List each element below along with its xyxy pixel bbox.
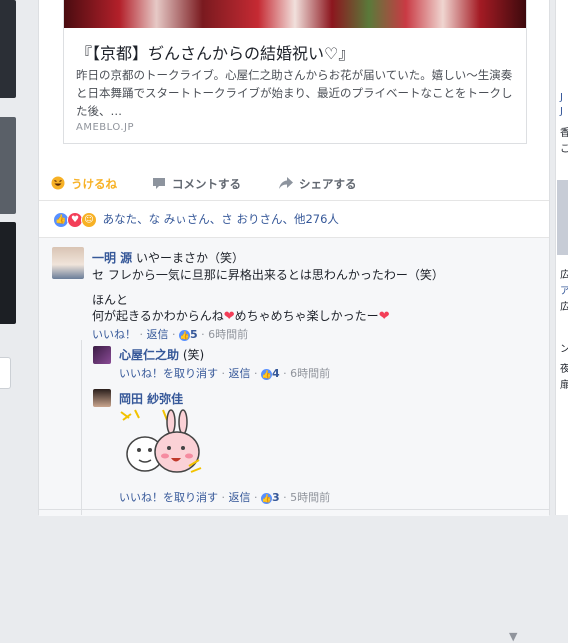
commenter-avatar[interactable]	[52, 247, 84, 279]
reply-avatar[interactable]	[93, 346, 111, 364]
like-count[interactable]: 5	[190, 328, 198, 341]
comment-time[interactable]: 6時間前	[208, 328, 248, 341]
reply-text: (笑)	[182, 348, 205, 362]
comment-button[interactable]: コメントする	[152, 176, 241, 193]
reply-meta: いいね！を取り消す · 返信 · 👍4 · 6時間前	[119, 367, 331, 380]
comment-text: ほんと	[92, 293, 129, 307]
left-column	[0, 0, 18, 515]
chevron-down-icon[interactable]: ▼	[509, 630, 517, 643]
reply-meta: いいね！を取り消す · 返信 · 👍3 · 5時間前	[119, 491, 331, 504]
unlike-link[interactable]: いいね！を取り消す	[119, 367, 218, 380]
right-ad-image[interactable]	[557, 180, 568, 255]
left-thumbnail[interactable]	[0, 0, 16, 98]
reactions-summary[interactable]: 👍 ♥ ☺ あなた、な みぃさん、さ おりさん、他276人	[53, 211, 339, 228]
feed-post: 『【京都】ぢんさんからの結婚祝い♡』 昨日の京都のトークライブ。心屋仁之助さんか…	[38, 0, 550, 643]
share-label: シェアする	[299, 177, 357, 191]
like-count[interactable]: 3	[272, 491, 280, 504]
like-link[interactable]: いいね！	[92, 328, 136, 341]
reaction-button[interactable]: うけるね	[51, 176, 117, 193]
left-thumbnail[interactable]	[0, 117, 16, 214]
haha-icon	[51, 176, 65, 193]
reaction-label: うけるね	[71, 177, 117, 191]
reply-link[interactable]: 返信	[229, 367, 251, 380]
right-sidebar-text[interactable]: 広	[560, 266, 568, 281]
left-thumbnail[interactable]	[0, 222, 16, 324]
link-preview-image[interactable]	[64, 0, 526, 28]
comments-section: 一明 源 いやーまさか（笑） セ フレから一気に旦那に昇格出来るとは思わんかった…	[39, 237, 549, 643]
heart-emoji-icon: ❤	[223, 309, 235, 324]
reply-time[interactable]: 6時間前	[290, 367, 330, 380]
reply-first-line: 心屋仁之助 (笑)	[119, 346, 204, 363]
right-sidebar-text: 扉	[560, 380, 568, 391]
comment-text-line: 何が起きるかわからんね❤めちゃめちゃ楽しかったー❤	[92, 307, 390, 324]
comment-meta: いいね！ · 返信 · 👍5 · 6時間前	[92, 328, 249, 341]
right-sidebar-text: 広	[560, 302, 568, 313]
like-count-icon: 👍	[261, 368, 272, 380]
comment-text: 何が起きるかわからんね	[92, 309, 224, 323]
comment-icon	[152, 177, 166, 193]
right-sidebar-text[interactable]: J	[560, 106, 563, 117]
reactions-text[interactable]: あなた、な みぃさん、さ おりさん、他276人	[103, 212, 339, 226]
heart-emoji-icon: ❤	[378, 309, 390, 324]
left-input-box[interactable]	[0, 357, 11, 389]
link-preview-title[interactable]: 『【京都】ぢんさんからの結婚祝い♡』	[76, 40, 354, 64]
link-preview-description: 昨日の京都のトークライブ。心屋仁之助さんからお花が届いていた。嬉しい〜生演奏と日…	[76, 68, 513, 118]
right-sidebar-text: こ	[560, 144, 568, 155]
reply-link[interactable]: 返信	[229, 491, 251, 504]
comment-text: セ フレから一気に旦那に昇格出来るとは思わんかったわー（笑）	[92, 268, 444, 282]
comment-text: めちゃめちゃ楽しかったー	[234, 309, 379, 323]
post-action-bar: うけるね コメントする シェアする	[39, 166, 549, 201]
right-sidebar-text[interactable]: J	[560, 92, 563, 103]
share-icon	[279, 177, 293, 192]
reply-thread-line	[81, 340, 82, 515]
reply-author[interactable]: 心屋仁之助	[119, 348, 179, 362]
right-sidebar-text[interactable]: ア	[560, 282, 568, 297]
right-sidebar-text: 夜	[560, 364, 568, 375]
comment-first-line: 一明 源 いやーまさか（笑）	[92, 249, 244, 266]
link-preview-card[interactable]: 『【京都】ぢんさんからの結婚祝い♡』 昨日の京都のトークライブ。心屋仁之助さんか…	[63, 0, 527, 144]
haha-reaction-icon: ☺	[81, 211, 97, 228]
comment-label: コメントする	[172, 177, 241, 191]
link-preview-domain: AMEBLO.JP	[76, 122, 134, 133]
reply-link[interactable]: 返信	[147, 328, 169, 341]
reply-avatar[interactable]	[93, 389, 111, 407]
right-sidebar-text: ン	[560, 344, 568, 355]
sticker-image[interactable]	[119, 408, 205, 482]
unlike-link[interactable]: いいね！を取り消す	[119, 491, 218, 504]
right-sidebar	[555, 0, 568, 515]
comment-text: いやーまさか（笑）	[136, 251, 245, 265]
like-count-icon: 👍	[179, 329, 190, 341]
reply-author[interactable]: 岡田 紗弥佳	[119, 392, 183, 406]
like-count[interactable]: 4	[272, 367, 280, 380]
reply-time[interactable]: 5時間前	[290, 491, 330, 504]
reply-first-line: 岡田 紗弥佳	[119, 390, 183, 407]
share-button[interactable]: シェアする	[279, 176, 357, 192]
comment-author[interactable]: 一明 源	[92, 251, 132, 265]
divider	[39, 509, 549, 510]
right-sidebar-text: 香	[560, 128, 568, 139]
like-count-icon: 👍	[261, 492, 272, 504]
